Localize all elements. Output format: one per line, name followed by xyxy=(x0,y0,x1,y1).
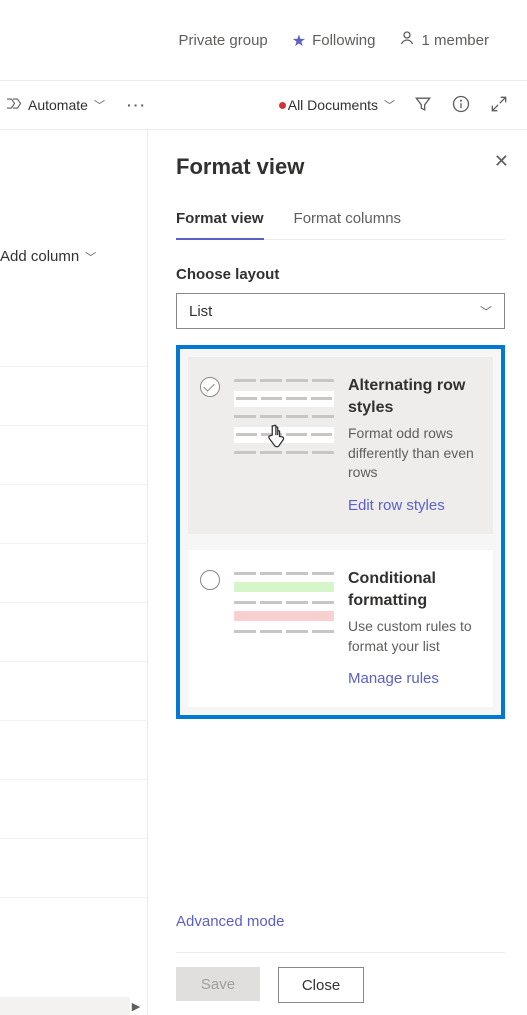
add-column-label: Add column xyxy=(0,248,79,265)
option-alternating-rows[interactable]: Alternating row styles Format odd rows d… xyxy=(188,357,493,534)
tab-format-view[interactable]: Format view xyxy=(176,210,264,239)
preview-alternating xyxy=(234,375,334,463)
overflow-menu[interactable]: ··· xyxy=(123,97,151,113)
member-count-label: 1 member xyxy=(421,32,489,49)
close-icon[interactable]: ✕ xyxy=(494,152,509,170)
views-label: All Documents xyxy=(288,97,378,113)
manage-rules-link[interactable]: Manage rules xyxy=(348,670,479,687)
edit-row-styles-link[interactable]: Edit row styles xyxy=(348,497,479,514)
horizontal-scrollbar[interactable] xyxy=(0,997,130,1015)
option-alt-title: Alternating row styles xyxy=(348,375,479,418)
layout-options-highlight: Alternating row styles Format odd rows d… xyxy=(176,345,505,719)
radio-unselected[interactable] xyxy=(200,570,220,590)
expand-icon[interactable] xyxy=(489,94,509,117)
info-icon[interactable] xyxy=(451,94,471,117)
tab-format-columns[interactable]: Format columns xyxy=(294,210,402,239)
chevron-down-icon: ﹀ xyxy=(85,249,96,265)
option-alt-desc: Format odd rows differently than even ro… xyxy=(348,424,479,483)
star-icon: ★ xyxy=(292,31,306,51)
filter-icon[interactable] xyxy=(413,94,433,117)
close-button[interactable]: Close xyxy=(278,967,364,1003)
option-cond-title: Conditional formatting xyxy=(348,568,479,611)
notification-dot xyxy=(279,102,286,109)
option-cond-desc: Use custom rules to format your list xyxy=(348,617,479,656)
following-toggle[interactable]: ★ Following xyxy=(292,30,376,50)
automate-menu[interactable]: Automate ﹀ xyxy=(4,96,105,114)
choose-layout-label: Choose layout xyxy=(176,266,505,283)
flow-icon xyxy=(4,96,22,114)
save-button: Save xyxy=(176,967,260,1001)
panel-title: Format view xyxy=(176,154,505,180)
add-column-button[interactable]: Add column ﹀ xyxy=(0,248,96,265)
member-count[interactable]: 1 member xyxy=(399,30,489,50)
person-icon xyxy=(399,30,415,50)
chevron-down-icon: ﹀ xyxy=(480,303,492,320)
automate-label: Automate xyxy=(28,97,88,113)
advanced-mode-link[interactable]: Advanced mode xyxy=(176,913,505,930)
layout-select-value: List xyxy=(189,303,212,320)
chevron-down-icon: ﹀ xyxy=(384,97,395,113)
group-privacy-label: Private group xyxy=(179,32,268,49)
layout-select[interactable]: List ﹀ xyxy=(176,293,505,329)
views-menu[interactable]: All Documents ﹀ xyxy=(282,97,395,113)
option-conditional-formatting[interactable]: Conditional formatting Use custom rules … xyxy=(188,550,493,707)
chevron-down-icon: ﹀ xyxy=(94,97,105,113)
preview-conditional xyxy=(234,568,334,640)
following-label: Following xyxy=(312,32,375,49)
radio-selected[interactable] xyxy=(200,377,220,397)
scroll-right-icon[interactable]: ▶ xyxy=(129,997,143,1015)
